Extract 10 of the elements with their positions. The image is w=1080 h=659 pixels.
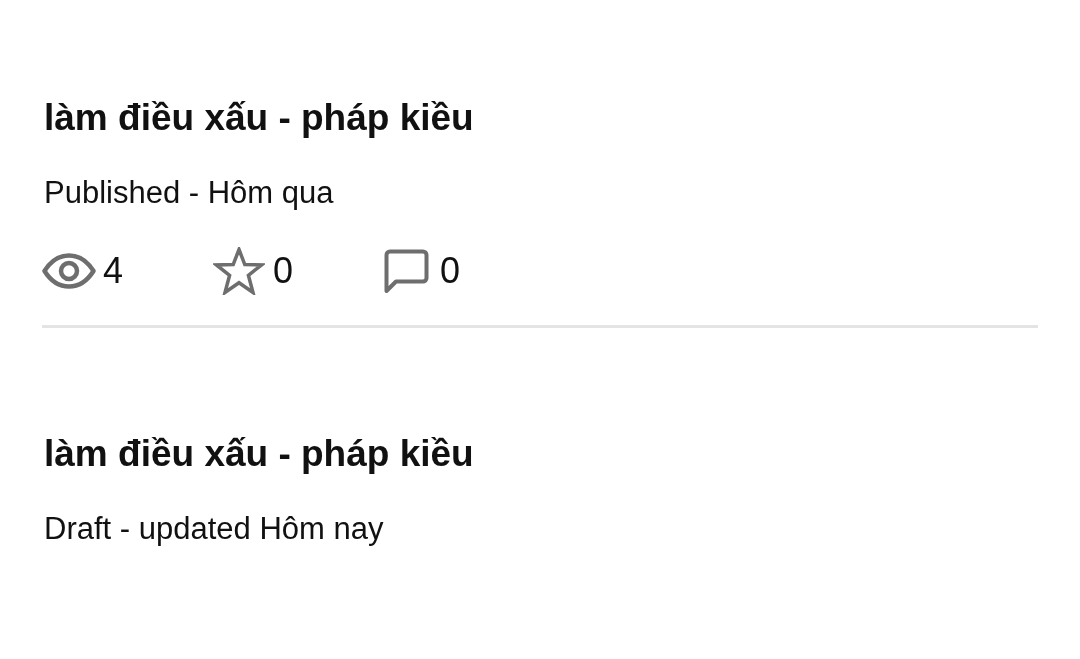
post-status: Published - Hôm qua xyxy=(44,174,334,212)
speech-bubble-icon[interactable] xyxy=(384,249,429,293)
stat-count: 0 xyxy=(273,250,294,292)
stat-count: 4 xyxy=(103,250,124,292)
star-icon[interactable] xyxy=(213,247,265,295)
post-title[interactable]: làm điều xấu - pháp kiều xyxy=(44,95,474,141)
post-title[interactable]: làm điều xấu - pháp kiều xyxy=(44,431,474,477)
post-status: Draft - updated Hôm nay xyxy=(44,510,384,548)
eye-icon xyxy=(42,253,96,289)
stat-count: 0 xyxy=(440,250,461,292)
